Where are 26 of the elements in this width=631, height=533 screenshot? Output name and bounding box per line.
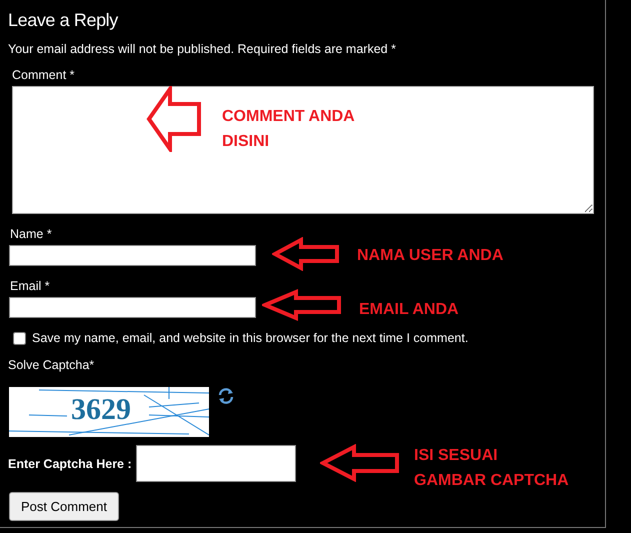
captcha-code: 3629 xyxy=(71,393,131,427)
save-info-checkbox[interactable] xyxy=(13,332,26,344)
comment-field[interactable] xyxy=(12,86,594,214)
email-label: Email * xyxy=(10,278,50,294)
captcha-label: Solve Captcha* xyxy=(8,357,94,373)
name-field[interactable] xyxy=(9,245,256,266)
annotation-text: NAMA USER ANDA xyxy=(357,246,504,266)
email-field[interactable] xyxy=(9,297,256,318)
annotation-text: EMAIL ANDA xyxy=(359,300,459,320)
annotation-text: GAMBAR CAPTCHA xyxy=(414,471,569,491)
notice-text: Your email address will not be published. Required fields are marked * xyxy=(8,41,396,57)
left-arrow-icon xyxy=(320,444,400,482)
left-arrow-icon xyxy=(262,289,342,321)
name-label: Name * xyxy=(10,226,52,242)
left-arrow-icon xyxy=(146,86,202,152)
annotation-text: COMMENT ANDA xyxy=(222,107,355,127)
captcha-field[interactable] xyxy=(136,445,296,482)
left-arrow-icon xyxy=(272,237,340,271)
comment-label: Comment * xyxy=(12,67,75,83)
section-title: Leave a Reply xyxy=(8,9,118,32)
post-comment-button[interactable]: Post Comment xyxy=(9,492,119,521)
save-info-label: Save my name, email, and website in this browser for the next time I comment. xyxy=(32,331,468,345)
refresh-icon[interactable] xyxy=(217,387,235,405)
annotation-text: ISI SESUAI xyxy=(414,446,499,466)
annotation-text: DISINI xyxy=(222,132,270,152)
captcha-input-label: Enter Captcha Here : xyxy=(8,456,132,470)
